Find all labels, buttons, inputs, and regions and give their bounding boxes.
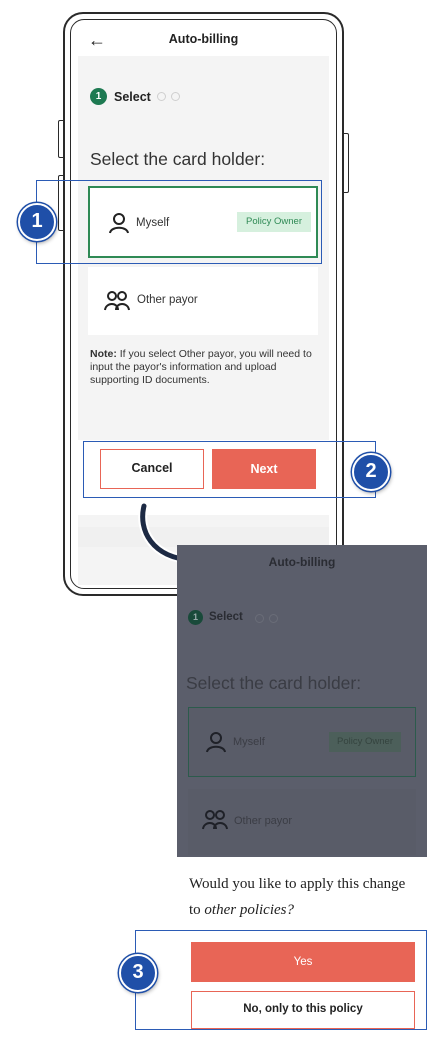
section-heading-dimmed: Select the card holder:: [186, 673, 362, 693]
page-title-dimmed: Auto-billing: [268, 555, 336, 569]
policy-owner-badge-dimmed: Policy Owner: [329, 732, 401, 752]
step-number-badge-dimmed: 1: [188, 610, 203, 625]
note-label: Note:: [90, 348, 117, 360]
question-line-1: Would you like to apply this change: [189, 876, 406, 892]
app-header: ← Auto-billing: [78, 25, 329, 56]
step-dot-3: [171, 92, 180, 101]
dimmed-overlay: Auto-billing 1 Select Select the card ho…: [177, 545, 427, 857]
step-number-badge: 1: [90, 88, 107, 105]
note-body: If you select Other payor, you will need…: [90, 348, 312, 386]
callout-box-1: [36, 180, 322, 264]
page-title: Auto-billing: [168, 32, 239, 46]
option-myself-card-dimmed: Myself Policy Owner: [188, 707, 416, 777]
step-dot-2: [157, 92, 166, 101]
option-myself-label-dimmed: Myself: [233, 736, 265, 748]
step-badge-2: 2: [352, 453, 390, 491]
apply-change-question: Would you like to apply this change to ot…: [189, 871, 425, 923]
option-other-payor-label-dimmed: Other payor: [234, 815, 293, 827]
person-icon: [206, 732, 226, 753]
note-text: Note: If you select Other payor, you wil…: [90, 348, 320, 387]
step-badge-1: 1: [18, 203, 56, 241]
option-other-payor-label: Other payor: [137, 294, 198, 306]
callout-box-3: [135, 930, 427, 1030]
people-icon: [104, 291, 130, 311]
question-to: to: [189, 902, 205, 918]
step-label: Select: [114, 90, 151, 104]
step-dot-2-dimmed: [255, 614, 264, 623]
callout-box-2: [83, 441, 376, 498]
section-heading: Select the card holder:: [90, 149, 266, 169]
step-dot-3-dimmed: [269, 614, 278, 623]
people-icon: [202, 810, 228, 830]
option-other-payor-card-dimmed: Other payor: [188, 789, 416, 855]
step-label-dimmed: Select: [209, 611, 243, 623]
option-other-payor-card[interactable]: Other payor: [88, 267, 318, 335]
question-emphasis: other policies?: [204, 902, 294, 918]
step-badge-3: 3: [119, 954, 157, 992]
